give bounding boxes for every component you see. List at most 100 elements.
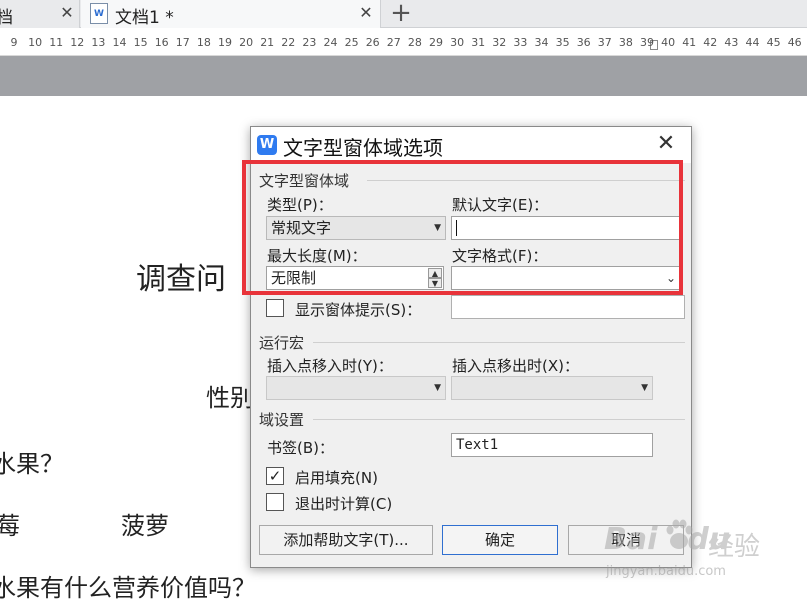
- ruler-number: 44: [745, 36, 760, 49]
- ruler-number: 28: [407, 36, 422, 49]
- ruler-number: 19: [218, 36, 232, 49]
- document-option-pineapple: 菠萝: [121, 512, 169, 540]
- tab-title: 文档1 *: [115, 8, 174, 28]
- ruler-number: 22: [281, 36, 296, 49]
- max-length-input[interactable]: 无限制 ▲ ▼: [266, 266, 444, 290]
- document-question-line: 水果？: [0, 450, 64, 478]
- ruler-number: 43: [724, 36, 739, 49]
- ruler-number: 31: [471, 36, 486, 49]
- entry-macro-label: 插入点移入时(Y)：: [267, 357, 393, 375]
- ruler-number: 14: [112, 36, 127, 49]
- text-caret: [456, 220, 457, 236]
- ruler-number: 9: [10, 36, 18, 49]
- close-icon[interactable]: ✕: [357, 4, 375, 22]
- entry-macro-select[interactable]: ▼: [266, 376, 446, 400]
- max-length-label: 最大长度(M)：: [267, 247, 367, 265]
- ruler-number: 45: [766, 36, 781, 49]
- ruler-number: 41: [682, 36, 697, 49]
- fill-in-checkbox[interactable]: ✓: [266, 467, 284, 485]
- ruler-number: 40: [661, 36, 676, 49]
- dialog-titlebar[interactable]: W 文字型窗体域选项 ✕: [251, 127, 691, 163]
- ruler-number: 34: [534, 36, 549, 49]
- ruler-number: 36: [576, 36, 591, 49]
- exit-macro-label: 插入点移出时(X)：: [452, 357, 579, 375]
- section-field-settings: 域设置: [259, 411, 305, 429]
- ruler-number: 20: [239, 36, 254, 49]
- ruler-number: 33: [513, 36, 528, 49]
- ruler-number: 23: [302, 36, 317, 49]
- document-icon: [90, 3, 108, 24]
- ruler-number: 38: [618, 36, 633, 49]
- calc-on-exit-label: 退出时计算(C): [295, 495, 393, 513]
- default-text-input[interactable]: [451, 216, 681, 240]
- max-length-spinner[interactable]: ▲ ▼: [428, 268, 442, 288]
- ruler-number: 27: [386, 36, 401, 49]
- default-text-label: 默认文字(E)：: [452, 196, 549, 214]
- checkmark-icon: ✓: [268, 467, 282, 485]
- dialog-title: 文字型窗体域选项: [283, 136, 443, 160]
- spin-up-icon[interactable]: ▲: [428, 268, 442, 278]
- chevron-down-icon: ▼: [434, 223, 441, 233]
- ruler-number: 46: [787, 36, 802, 49]
- wps-app-icon: W: [257, 135, 277, 155]
- ruler-number: 17: [175, 36, 190, 49]
- horizontal-ruler[interactable]: 9 10 11 12 13 14 15 16 17 18 19 20 21 22 23 24 25 26 27 28 2…: [0, 30, 807, 56]
- type-select-value: 常规文字: [271, 219, 332, 237]
- ruler-number: 12: [70, 36, 85, 49]
- document-question-line-2: 水果有什么营养价值吗？: [0, 574, 256, 602]
- chevron-down-icon: ▼: [641, 383, 648, 393]
- ruler-number: 11: [49, 36, 64, 49]
- section-text-form-field: 文字型窗体域: [259, 172, 350, 190]
- ruler-number: 25: [344, 36, 359, 49]
- ok-button[interactable]: 确定: [442, 525, 558, 555]
- bookmark-input[interactable]: Text1: [451, 433, 653, 457]
- section-divider: [313, 419, 685, 420]
- ruler-number: 29: [429, 36, 443, 49]
- text-form-field-options-dialog: W 文字型窗体域选项 ✕ 文字型窗体域 类型(P)： 常规文字 ▼ 默认文字(E…: [250, 126, 692, 568]
- chevron-down-icon: ⌄: [665, 271, 676, 285]
- ruler-number: 37: [597, 36, 612, 49]
- show-tip-checkbox[interactable]: [266, 299, 284, 317]
- ruler-number: 42: [703, 36, 718, 49]
- ruler-number: 26: [365, 36, 380, 49]
- document-gender-label: 性别: [206, 384, 254, 412]
- document-title: 调查问: [136, 262, 226, 297]
- ruler-number: 21: [260, 36, 275, 49]
- section-divider: [313, 342, 685, 343]
- fill-in-label: 启用填充(N): [295, 469, 378, 487]
- ruler-number: 13: [91, 36, 106, 49]
- ruler-number: 18: [196, 36, 211, 49]
- ruler-number: 15: [133, 36, 148, 49]
- document-option-strawberry: 莓: [0, 512, 20, 540]
- cancel-button[interactable]: 取消: [568, 525, 684, 555]
- add-help-text-button[interactable]: 添加帮助文字(T)...: [259, 525, 433, 555]
- show-tip-label: 显示窗体提示(S)：: [295, 301, 422, 319]
- tab-document-previous[interactable]: 档 ✕: [0, 0, 80, 28]
- close-icon[interactable]: ✕: [655, 133, 677, 155]
- tab-title: 档: [0, 8, 13, 28]
- chevron-down-icon: ▼: [434, 383, 441, 393]
- bookmark-label: 书签(B)：: [267, 439, 334, 457]
- text-format-select[interactable]: ⌄: [451, 266, 681, 290]
- section-run-macro: 运行宏: [259, 334, 305, 352]
- text-format-label: 文字格式(F)：: [452, 247, 548, 265]
- ruler-number: 10: [28, 36, 43, 49]
- ruler-number: 32: [492, 36, 507, 49]
- page-background-band: [0, 56, 807, 96]
- type-select[interactable]: 常规文字 ▼: [266, 216, 446, 240]
- form-tip-input[interactable]: [451, 295, 685, 319]
- ruler-number: 35: [555, 36, 570, 49]
- ruler-number: 16: [154, 36, 169, 49]
- ruler-number: 24: [323, 36, 338, 49]
- type-label: 类型(P)：: [267, 196, 333, 214]
- close-icon[interactable]: ✕: [58, 4, 76, 22]
- ruler-number: 39: [640, 36, 654, 49]
- section-divider: [367, 180, 685, 181]
- tab-document-1[interactable]: 文档1 * ✕: [81, 0, 381, 28]
- calc-on-exit-checkbox[interactable]: [266, 493, 284, 511]
- spin-down-icon[interactable]: ▼: [428, 278, 442, 288]
- exit-macro-select[interactable]: ▼: [451, 376, 653, 400]
- tab-bar: 档 ✕ 文档1 * ✕ +: [0, 0, 807, 28]
- add-tab-icon[interactable]: +: [388, 0, 414, 28]
- bookmark-value: Text1: [456, 437, 499, 453]
